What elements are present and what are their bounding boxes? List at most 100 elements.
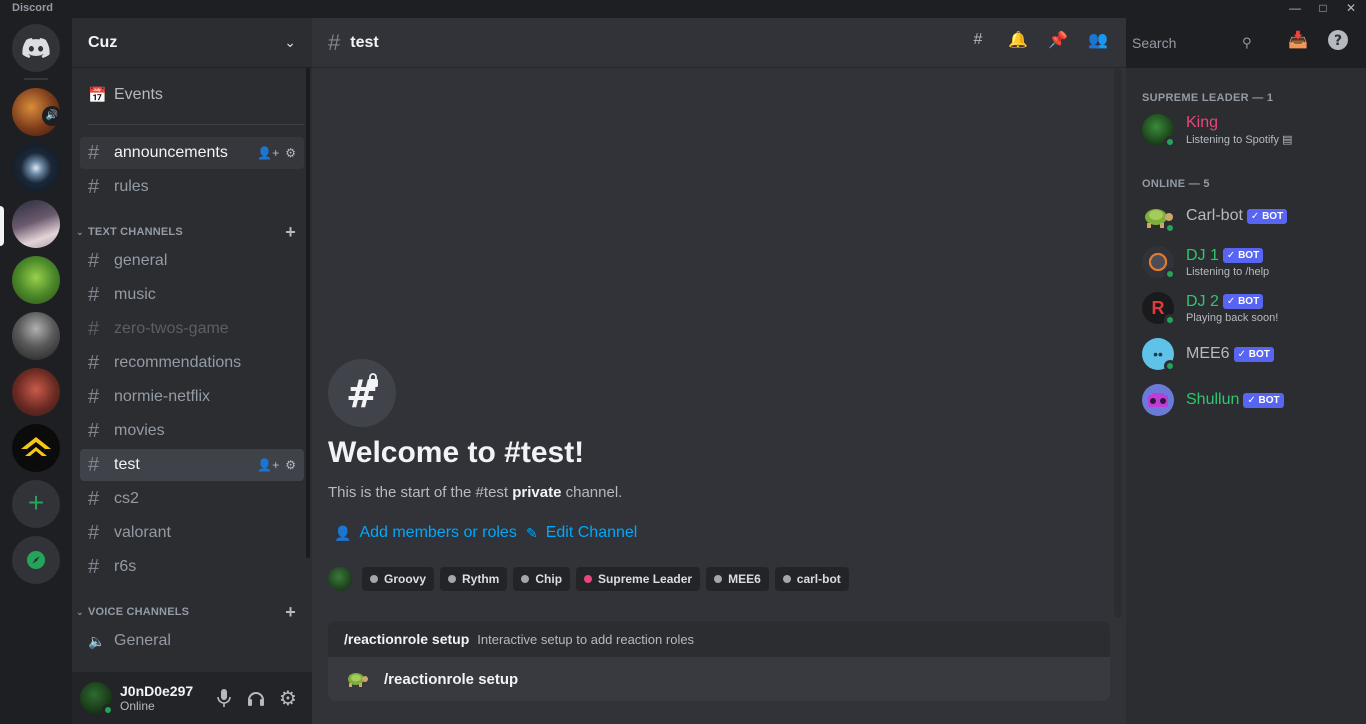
member-item[interactable]: Carl-bot ✓ BOT — [1134, 194, 1358, 238]
explore-servers-button[interactable] — [12, 536, 60, 584]
settings-gear-icon[interactable]: ⚙ — [272, 682, 304, 714]
role-color-dot — [448, 575, 457, 583]
add-channel-icon[interactable]: + — [285, 602, 296, 623]
command-suggestion[interactable]: /reactionrole setup Interactive setup to… — [328, 621, 1110, 657]
channel-cs2[interactable]: # cs2 — [80, 483, 304, 515]
channel-label: test — [114, 456, 140, 473]
add-server-button[interactable]: + — [12, 480, 60, 528]
r-logo-icon: R — [1151, 297, 1165, 318]
invite-icon[interactable]: 👤+ — [257, 458, 279, 472]
online-status-dot — [1164, 268, 1176, 280]
channel-valorant[interactable]: # valorant — [80, 517, 304, 549]
role-color-dot — [714, 575, 723, 583]
command-description: Interactive setup to add reaction roles — [477, 631, 695, 647]
member-item[interactable]: Shullun ✓ BOT — [1134, 378, 1358, 422]
inbox-icon[interactable]: 📥 — [1286, 28, 1310, 52]
channel-r6s[interactable]: # r6s — [80, 551, 304, 583]
app-title: Discord — [12, 2, 53, 14]
channel-label: r6s — [114, 558, 137, 575]
direct-messages-home[interactable] — [12, 24, 60, 72]
channel-zero-twos-game[interactable]: # zero-twos-game — [80, 313, 304, 345]
channel-movies[interactable]: # movies — [80, 415, 304, 447]
role-chip[interactable]: MEE6 — [706, 567, 769, 591]
pin-icon[interactable]: 📌 — [1046, 28, 1070, 52]
add-members-button[interactable]: 👤 Add members or roles — [334, 524, 517, 542]
gear-icon[interactable]: ⚙ — [285, 146, 296, 160]
user-status: Online — [120, 699, 155, 713]
role-chip[interactable]: Chip — [513, 567, 571, 591]
sidebar-scrollbar[interactable] — [306, 68, 310, 558]
channel-music[interactable]: # music — [80, 279, 304, 311]
avatar — [1142, 114, 1176, 148]
server-anime[interactable] — [12, 200, 60, 248]
add-channel-icon[interactable]: + — [285, 222, 296, 243]
search-input[interactable] — [1132, 35, 1242, 51]
bot-tag-label: BOT — [1238, 250, 1260, 261]
guild-name: Cuz — [88, 33, 118, 51]
guild-header[interactable]: Cuz ⌄ — [72, 18, 312, 68]
category-label: TEXT CHANNELS — [88, 226, 183, 238]
chevron-down-icon: ⌄ — [284, 34, 296, 50]
channel-general[interactable]: # general — [80, 245, 304, 277]
member-list-icon[interactable]: 👥 — [1086, 28, 1110, 52]
channel-rules[interactable]: # rules — [80, 171, 304, 203]
chevron-logo-icon — [21, 437, 51, 456]
category-text-channels[interactable]: ⌄ TEXT CHANNELS + — [76, 222, 308, 243]
role-chip[interactable]: Rythm — [440, 567, 508, 591]
avatar[interactable] — [328, 567, 352, 591]
calendar-icon: 📅 — [88, 87, 107, 104]
role-color-dot — [370, 575, 378, 583]
server-yellow-logo[interactable] — [12, 424, 60, 472]
server-green[interactable] — [12, 256, 60, 304]
server-armor[interactable] — [12, 312, 60, 360]
voice-channel-general[interactable]: 🔈 General — [80, 625, 304, 657]
channel-test[interactable]: # test 👤+ ⚙ — [80, 449, 304, 481]
chat-scrollbar[interactable] — [1114, 68, 1122, 618]
headphones-icon[interactable] — [240, 682, 272, 714]
message-input[interactable] — [384, 670, 1064, 688]
category-voice-channels[interactable]: ⌄ VOICE CHANNELS + — [76, 602, 308, 623]
channel-recommendations[interactable]: # recommendations — [80, 347, 304, 379]
channel-announcements[interactable]: # announcements 👤+ ⚙ — [80, 137, 304, 169]
turtle-avatar — [1142, 200, 1176, 234]
member-item[interactable]: R DJ 2 ✓ BOT Playing back soon! — [1134, 286, 1358, 330]
server-snowflake[interactable] — [12, 144, 60, 192]
member-item[interactable]: •• MEE6 ✓ BOT — [1134, 332, 1358, 376]
role-chip[interactable]: Groovy — [362, 567, 435, 591]
channel-label: recommendations — [114, 354, 242, 371]
role-chip[interactable]: carl-bot — [774, 567, 849, 591]
gear-icon[interactable]: ⚙ — [285, 458, 296, 472]
channel-label: rules — [114, 178, 149, 195]
welcome-sub-suffix: channel. — [561, 484, 623, 501]
role-label: Rythm — [462, 572, 500, 586]
role-color-dot — [584, 575, 593, 583]
role-chip[interactable]: Supreme Leader — [576, 567, 701, 591]
member-item[interactable]: King Listening to Spotify ▤ — [1134, 108, 1358, 152]
member-group-header: SUPREME LEADER — 1 — [1142, 92, 1274, 104]
microphone-icon[interactable] — [208, 682, 240, 714]
channel-label: cs2 — [114, 490, 139, 507]
edit-channel-button[interactable]: ✎ Edit Channel — [526, 524, 637, 542]
bot-badge: ✓ BOT — [1222, 294, 1264, 309]
private-hash-icon: # — [88, 453, 100, 476]
threads-icon[interactable]: # — [966, 28, 990, 52]
avatar[interactable] — [80, 682, 114, 716]
search-box[interactable]: ⚲ — [1126, 31, 1270, 55]
close-icon[interactable]: ✕ — [1334, 0, 1366, 18]
server-red[interactable] — [12, 368, 60, 416]
online-status-dot — [1164, 360, 1176, 372]
hash-icon: # — [88, 141, 100, 164]
invite-icon[interactable]: 👤+ — [257, 146, 279, 160]
member-name: Shullun — [1186, 391, 1240, 408]
channel-normie-netflix[interactable]: # normie-netflix — [80, 381, 304, 413]
help-icon[interactable]: ? — [1326, 28, 1350, 52]
member-item[interactable]: DJ 1 ✓ BOT Listening to /help — [1134, 240, 1358, 284]
events-item[interactable]: 📅 Events — [80, 79, 304, 111]
boombox-icon — [1148, 393, 1168, 407]
command-name: /reactionrole setup — [344, 631, 470, 647]
hash-icon: # — [88, 249, 100, 272]
speaker-icon: 🔈 — [88, 632, 106, 649]
bell-icon[interactable]: 🔔 — [1006, 28, 1030, 52]
member-activity: Listening to Spotify ▤ — [1186, 133, 1292, 146]
role-label: Supreme Leader — [598, 572, 693, 586]
